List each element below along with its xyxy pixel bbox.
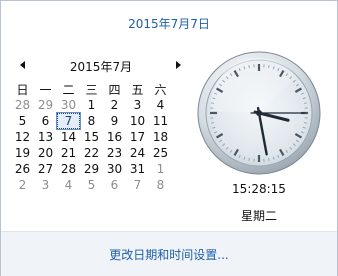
- date-title-link[interactable]: 2015年7月7日: [1, 15, 337, 32]
- weekday-label: 星期二: [240, 209, 277, 223]
- minute-tick: [248, 64, 250, 69]
- calendar-day[interactable]: 15: [80, 129, 103, 145]
- calendar-day[interactable]: 10: [126, 113, 149, 129]
- footer-bar: 更改日期和时间设置...: [1, 231, 337, 276]
- calendar-day[interactable]: 31: [126, 161, 149, 177]
- weekday-header: 五: [131, 82, 144, 97]
- digital-time: 15:28:15: [232, 182, 286, 196]
- calendar-day[interactable]: 7: [126, 177, 149, 193]
- calendar-day[interactable]: 16: [103, 129, 126, 145]
- calendar-header: 2015年7月: [11, 57, 187, 75]
- calendar-day[interactable]: 9: [103, 113, 126, 129]
- minute-tick: [268, 157, 270, 162]
- minute-tick: [248, 157, 250, 162]
- calendar-day[interactable]: 4: [149, 97, 172, 113]
- calendar-day[interactable]: 5: [11, 113, 34, 129]
- chevron-left-icon: [19, 61, 25, 69]
- calendar-day[interactable]: 22: [80, 145, 103, 161]
- calendar-day[interactable]: 28: [57, 161, 80, 177]
- calendar-day[interactable]: 23: [103, 145, 126, 161]
- calendar-day[interactable]: 26: [11, 161, 34, 177]
- calendar-day[interactable]: 30: [103, 161, 126, 177]
- calendar-day[interactable]: 8: [80, 113, 103, 129]
- minute-tick: [303, 102, 308, 104]
- prev-month-button[interactable]: [15, 58, 29, 72]
- calendar-day-today[interactable]: 7: [56, 112, 81, 130]
- weekday-header: 六: [154, 82, 167, 97]
- calendar-day[interactable]: 11: [149, 113, 172, 129]
- calendar-day[interactable]: 27: [34, 161, 57, 177]
- calendar-day[interactable]: 8: [149, 177, 172, 193]
- weekday-header: 四: [108, 82, 121, 97]
- calendar-day[interactable]: 2: [11, 177, 34, 193]
- calendar-day[interactable]: 14: [57, 129, 80, 145]
- calendar-day[interactable]: 6: [34, 113, 57, 129]
- calendar-day[interactable]: 28: [11, 97, 34, 113]
- calendar-day[interactable]: 13: [34, 129, 57, 145]
- chevron-right-icon: [175, 61, 181, 69]
- calendar-day[interactable]: 20: [34, 145, 57, 161]
- calendar-day[interactable]: 6: [103, 177, 126, 193]
- calendar-day[interactable]: 12: [11, 129, 34, 145]
- calendar-day[interactable]: 19: [11, 145, 34, 161]
- calendar-day[interactable]: 18: [149, 129, 172, 145]
- next-month-button[interactable]: [171, 58, 185, 72]
- calendar-day[interactable]: 29: [34, 97, 57, 113]
- calendar-day[interactable]: 29: [80, 161, 103, 177]
- minute-tick: [303, 122, 308, 124]
- calendar-day[interactable]: 21: [57, 145, 80, 161]
- weekday-header: 日: [16, 82, 29, 97]
- calendar-day[interactable]: 24: [126, 145, 149, 161]
- analog-clock: [197, 51, 321, 175]
- calendar-day[interactable]: 1: [149, 161, 172, 177]
- calendar-day[interactable]: 5: [80, 177, 103, 193]
- calendar-day[interactable]: 17: [126, 129, 149, 145]
- calendar-day[interactable]: 30: [57, 97, 80, 113]
- weekday-header: 二: [62, 82, 75, 97]
- calendar-day[interactable]: 2: [103, 97, 126, 113]
- date-time-flyout: 2015年7月7日 2015年7月 日 一 二 三 四 五 六 28 29 30…: [0, 0, 338, 276]
- calendar-grid: 日 一 二 三 四 五 六 28 29 30 1 2 3 4 5 6 7 8 9…: [11, 81, 187, 193]
- calendar-day[interactable]: 1: [80, 97, 103, 113]
- change-date-time-settings-link[interactable]: 更改日期和时间设置...: [1, 246, 337, 263]
- calendar-day[interactable]: 4: [57, 177, 80, 193]
- weekday-header: 三: [85, 82, 98, 97]
- weekday-header: 一: [39, 82, 52, 97]
- minute-tick: [210, 102, 215, 104]
- clock-face-icon: [197, 51, 321, 175]
- minute-tick: [268, 64, 270, 69]
- calendar-day[interactable]: 25: [149, 145, 172, 161]
- month-label[interactable]: 2015年7月: [41, 58, 161, 75]
- calendar-day[interactable]: 3: [126, 97, 149, 113]
- minute-tick: [210, 122, 215, 124]
- calendar-day[interactable]: 3: [34, 177, 57, 193]
